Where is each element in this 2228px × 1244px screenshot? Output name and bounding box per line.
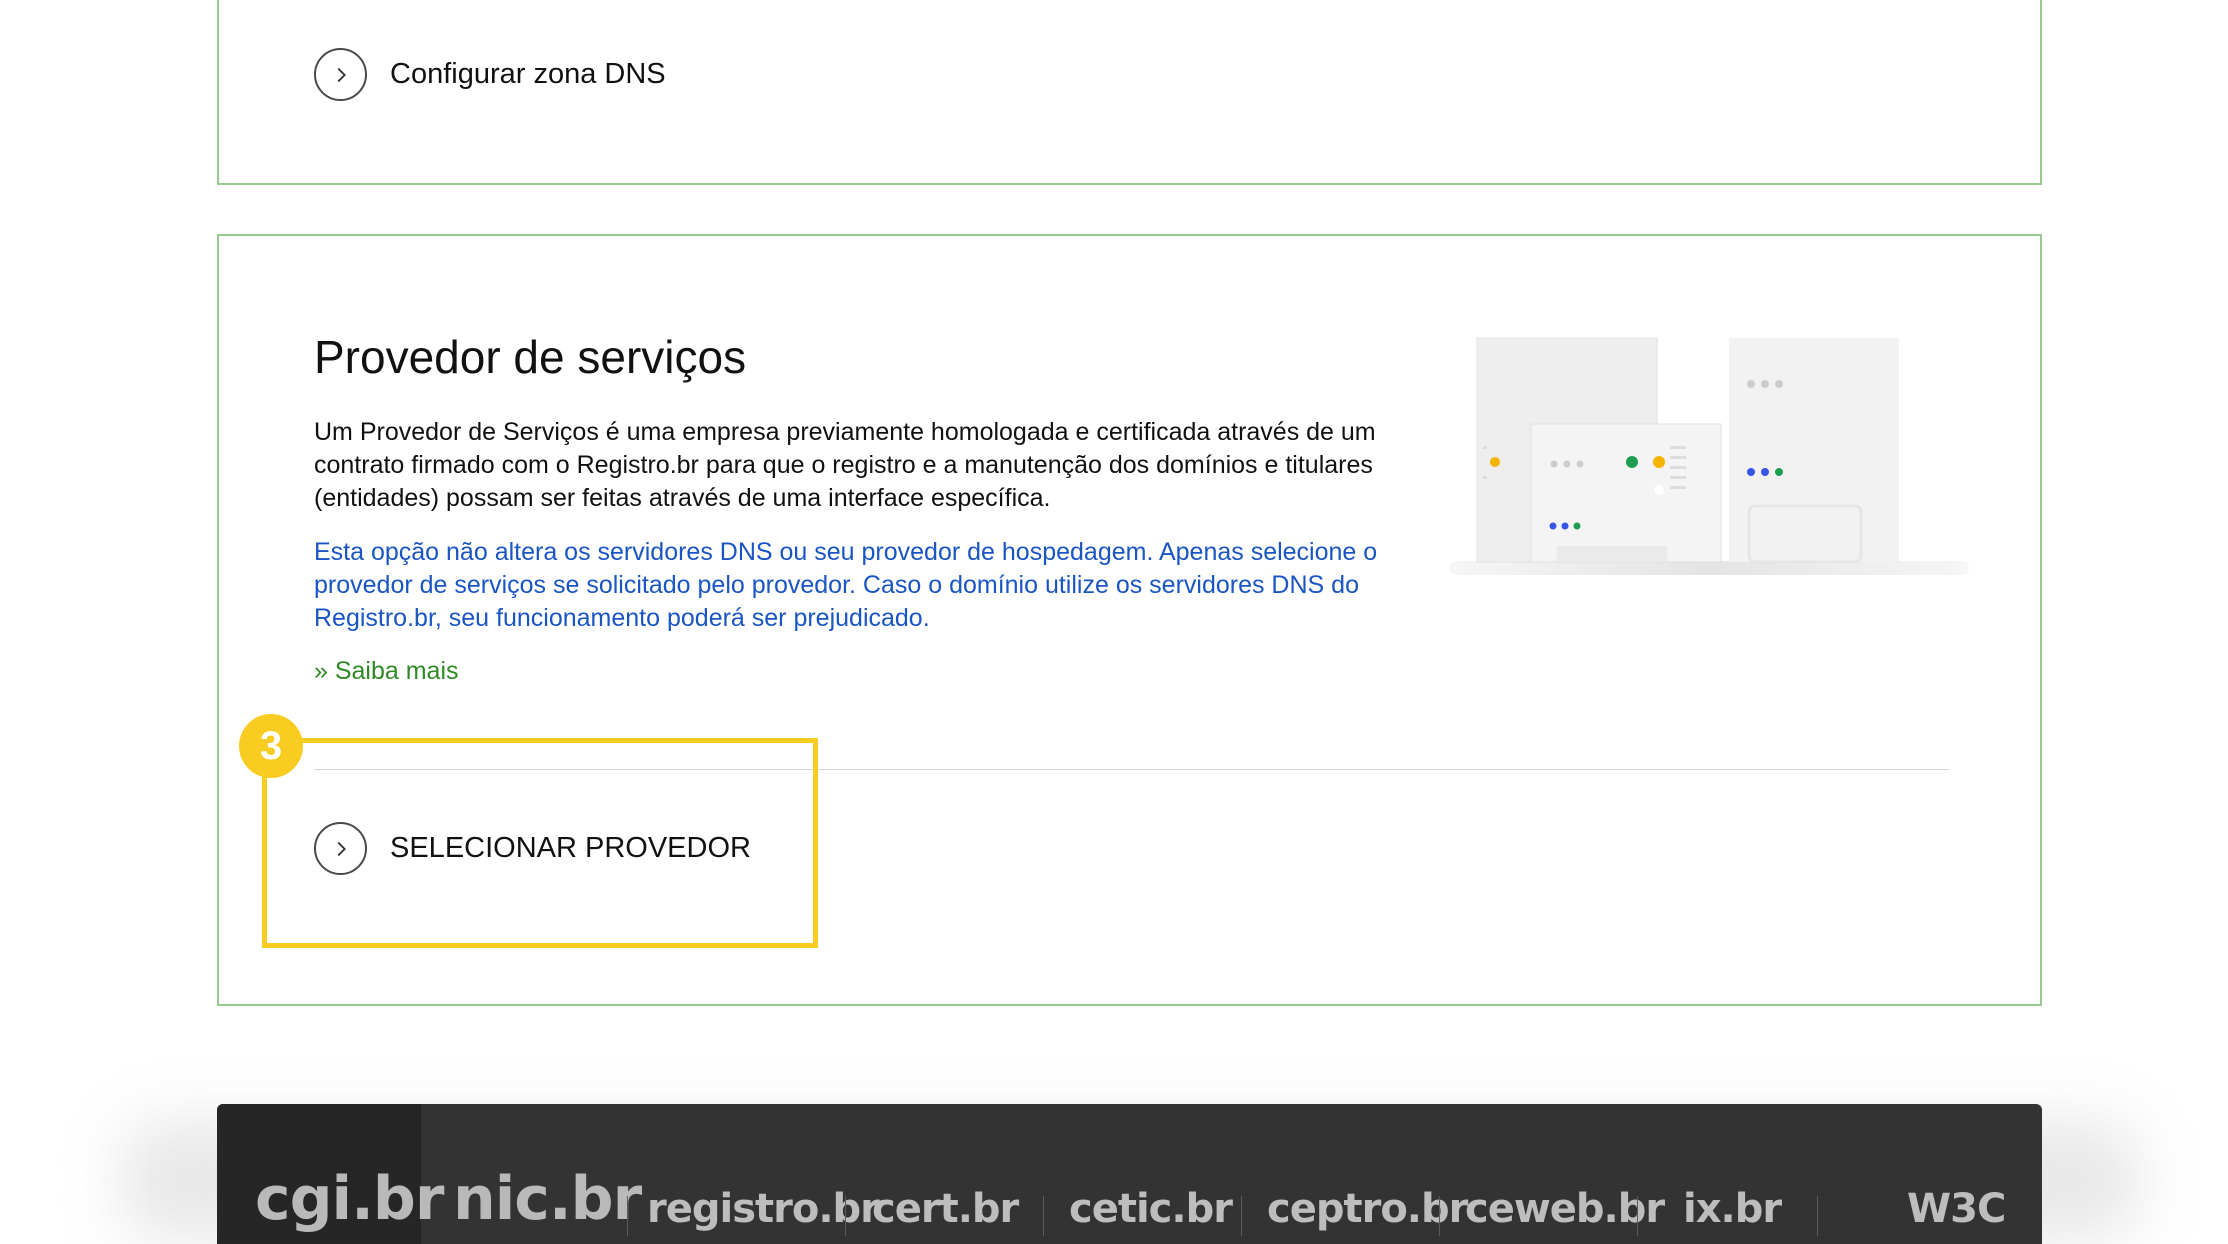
footer-separator	[1241, 1196, 1242, 1236]
footer-separator	[1043, 1196, 1044, 1236]
ceweb-logo[interactable]: ceweb.br	[1465, 1186, 1665, 1232]
ceptro-logo[interactable]: ceptro.br	[1267, 1186, 1468, 1232]
cgi-logo[interactable]: cgi.br	[255, 1164, 444, 1234]
provider-description: Um Provedor de Serviços é uma empresa pr…	[314, 418, 1376, 512]
dns-card: Configurar zona DNS	[217, 0, 2042, 185]
chevron-right-icon	[337, 67, 346, 82]
cert-logo[interactable]: cert.br	[872, 1186, 1019, 1232]
configure-dns-link[interactable]: Configurar zona DNS	[390, 58, 666, 91]
footer-separator	[1637, 1196, 1638, 1236]
footer-separator	[1439, 1196, 1440, 1236]
servers-illustration	[1449, 337, 1969, 575]
footer: cgi.br nic.br registro.br cert.br cetic.…	[217, 1104, 2042, 1244]
highlight-box	[262, 738, 818, 948]
footer-separator	[1817, 1196, 1818, 1236]
footer-separator	[845, 1196, 846, 1236]
provider-warning: Esta opção não altera os servidores DNS …	[314, 538, 1378, 632]
ix-logo[interactable]: ix.br	[1683, 1186, 1782, 1232]
w3c-logo[interactable]: W3C	[1907, 1186, 2006, 1232]
provider-title: Provedor de serviços	[314, 331, 747, 383]
nic-logo[interactable]: nic.br	[453, 1164, 642, 1234]
footer-separator	[627, 1196, 628, 1236]
cetic-logo[interactable]: cetic.br	[1069, 1186, 1233, 1232]
learn-more-link[interactable]: » Saiba mais	[314, 657, 459, 686]
configure-dns-button-icon[interactable]	[314, 48, 367, 101]
step-badge: 3	[239, 714, 303, 778]
